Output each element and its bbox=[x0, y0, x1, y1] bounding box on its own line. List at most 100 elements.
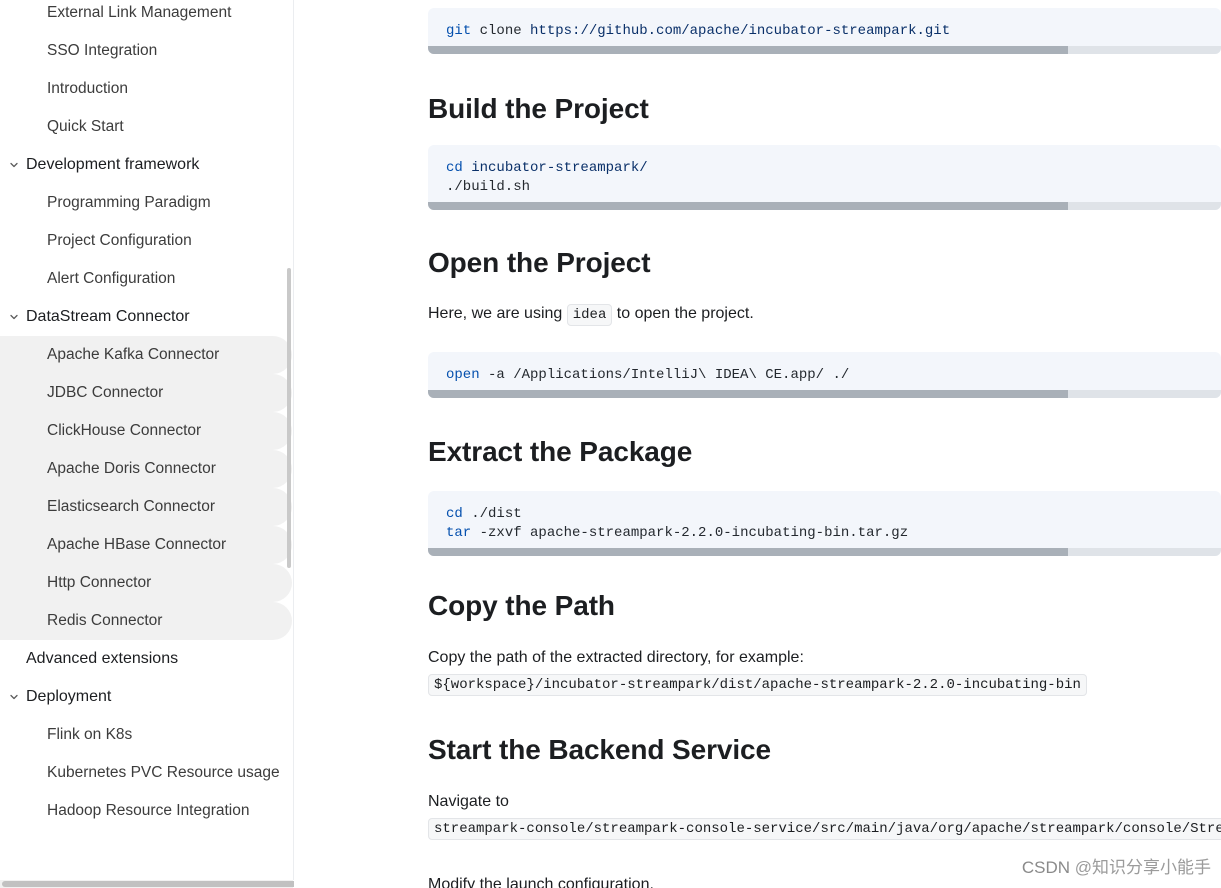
sidebar-item-label: ClickHouse Connector bbox=[47, 422, 202, 439]
code-line: ./build.sh bbox=[446, 178, 1203, 197]
code-token: clone bbox=[471, 23, 531, 39]
code-token: -zxvf apache-streampark-2.2.0-incubating… bbox=[471, 525, 909, 541]
code-horizontal-scrollbar[interactable] bbox=[428, 390, 1221, 398]
heading-build-the-project: Build the Project bbox=[428, 93, 649, 124]
watermark: CSDN @知识分享小能手 bbox=[1022, 853, 1211, 878]
code-token: -a /Applications/IntelliJ\ IDEA\ CE.app/… bbox=[479, 367, 850, 383]
para-copy-the-path: Copy the path of the extracted directory… bbox=[428, 645, 1221, 698]
code-horizontal-scrollbar[interactable] bbox=[428, 46, 1221, 54]
sidebar-item-label: Apache Kafka Connector bbox=[47, 346, 220, 363]
watermark-text: @知识分享小能手 bbox=[1074, 858, 1211, 877]
sidebar-item-label: SSO Integration bbox=[47, 42, 158, 59]
sidebar-scrollbar-thumb[interactable] bbox=[287, 268, 291, 568]
code-horizontal-scrollbar-thumb[interactable] bbox=[428, 548, 1068, 556]
sidebar-nav-list: External Link Management SSO Integration I… bbox=[0, 0, 293, 830]
sidebar-item-hadoop-resource-integration[interactable]: Hadoop Resource Integration bbox=[0, 792, 293, 830]
watermark-prefix: CSDN bbox=[1021, 858, 1075, 877]
paragraph-text: to open the project. bbox=[612, 305, 754, 322]
para-open-the-project: Here, we are using idea to open the proj… bbox=[428, 301, 1128, 328]
sidebar-item-sso-integration[interactable]: SSO Integration bbox=[0, 32, 293, 70]
paragraph-text: Here, we are using bbox=[428, 305, 567, 322]
chevron-down-icon bbox=[7, 146, 21, 184]
code-horizontal-scrollbar-thumb[interactable] bbox=[428, 202, 1068, 210]
sidebar-item-label: Development framework bbox=[26, 156, 200, 173]
code-line: cd incubator-streampark/ bbox=[446, 159, 1203, 178]
sidebar-item-apache-hbase-connector[interactable]: Apache HBase Connector bbox=[0, 526, 292, 564]
code-line: cd ./dist bbox=[446, 505, 1203, 524]
code-line: tar -zxvf apache-streampark-2.2.0-incuba… bbox=[446, 524, 1203, 543]
sidebar-item-deployment[interactable]: Deployment bbox=[0, 678, 293, 716]
sidebar-item-external-link-management[interactable]: External Link Management bbox=[0, 0, 293, 32]
main-content: git clone https://github.com/apache/incu… bbox=[294, 0, 1221, 888]
code-token: git bbox=[446, 23, 472, 39]
sidebar-item-development-framework[interactable]: Development framework bbox=[0, 146, 293, 184]
code-token: tar bbox=[446, 525, 472, 541]
sidebar-item-label: Alert Configuration bbox=[47, 270, 176, 287]
heading-extract-the-package: Extract the Package bbox=[428, 436, 693, 467]
chevron-down-icon bbox=[7, 678, 21, 716]
code-build: cd incubator-streampark/./build.sh bbox=[428, 145, 1221, 210]
sidebar-item-apache-kafka-connector[interactable]: Apache Kafka Connector bbox=[0, 336, 292, 374]
code-git-clone: git clone https://github.com/apache/incu… bbox=[428, 8, 1221, 54]
sidebar-item-flink-on-k8s[interactable]: Flink on K8s bbox=[0, 716, 293, 754]
sidebar-item-alert-configuration[interactable]: Alert Configuration bbox=[0, 260, 293, 298]
code-horizontal-scrollbar-thumb[interactable] bbox=[428, 390, 1068, 398]
heading-open-the-project: Open the Project bbox=[428, 247, 651, 278]
sidebar-item-label: Kubernetes PVC Resource usage bbox=[47, 764, 280, 781]
sidebar-item-jdbc-connector[interactable]: JDBC Connector bbox=[0, 374, 292, 412]
sidebar-item-introduction[interactable]: Introduction bbox=[0, 70, 293, 108]
sidebar-item-label: Apache HBase Connector bbox=[47, 536, 227, 553]
code-line: open -a /Applications/IntelliJ\ IDEA\ CE… bbox=[446, 366, 1203, 385]
para-navigate-to: Navigate to streampark-console/streampar… bbox=[428, 789, 1221, 842]
sidebar-item-label: Hadoop Resource Integration bbox=[47, 802, 250, 819]
code-line: git clone https://github.com/apache/incu… bbox=[446, 22, 1203, 41]
sidebar-item-label: JDBC Connector bbox=[47, 384, 164, 401]
sidebar-item-label: External Link Management bbox=[47, 4, 232, 21]
code-token: cd bbox=[446, 160, 463, 176]
sidebar-item-kubernetes-pvc-resource-usage[interactable]: Kubernetes PVC Resource usage bbox=[0, 754, 293, 792]
sidebar-item-programming-paradigm[interactable]: Programming Paradigm bbox=[0, 184, 293, 222]
heading-copy-the-path: Copy the Path bbox=[428, 590, 615, 621]
sidebar: External Link Management SSO Integration I… bbox=[0, 0, 294, 880]
sidebar-item-label: Flink on K8s bbox=[47, 726, 133, 743]
heading-start-the-backend-service: Start the Backend Service bbox=[428, 734, 771, 765]
paragraph-text: Navigate to bbox=[428, 793, 509, 810]
sidebar-item-redis-connector[interactable]: Redis Connector bbox=[0, 602, 292, 640]
inline-code: idea bbox=[566, 304, 613, 326]
paragraph-text: Copy the path of the extracted directory… bbox=[428, 649, 804, 666]
code-token: open bbox=[446, 367, 480, 383]
sidebar-item-advanced-extensions[interactable]: Advanced extensions bbox=[0, 640, 293, 678]
code-horizontal-scrollbar[interactable] bbox=[428, 548, 1221, 556]
sidebar-item-label: Introduction bbox=[47, 80, 128, 97]
sidebar-item-clickhouse-connector[interactable]: ClickHouse Connector bbox=[0, 412, 292, 450]
code-token: ./dist bbox=[462, 506, 522, 522]
code-open-idea: open -a /Applications/IntelliJ\ IDEA\ CE… bbox=[428, 352, 1221, 398]
code-token: https://github.com/apache/incubator-stre… bbox=[530, 23, 951, 39]
paragraph-text: Modify the launch configuration. bbox=[428, 876, 654, 888]
sidebar-item-apache-doris-connector[interactable]: Apache Doris Connector bbox=[0, 450, 292, 488]
para-modify-launch-config: Modify the launch configuration. bbox=[428, 872, 1028, 888]
sidebar-item-http-connector[interactable]: Http Connector bbox=[0, 564, 292, 602]
code-horizontal-scrollbar[interactable] bbox=[428, 202, 1221, 210]
sidebar-item-label: Quick Start bbox=[47, 118, 124, 135]
sidebar-item-label: Deployment bbox=[26, 688, 112, 705]
sidebar-item-label: Elasticsearch Connector bbox=[47, 498, 215, 515]
sidebar-item-label: Project Configuration bbox=[47, 232, 192, 249]
sidebar-horizontal-scrollbar[interactable] bbox=[0, 880, 346, 888]
chevron-down-icon bbox=[7, 298, 21, 336]
sidebar-item-label: Programming Paradigm bbox=[47, 194, 211, 211]
code-horizontal-scrollbar-thumb[interactable] bbox=[428, 46, 1068, 54]
sidebar-item-label: Advanced extensions bbox=[26, 650, 179, 667]
sidebar-item-project-configuration[interactable]: Project Configuration bbox=[0, 222, 293, 260]
sidebar-item-quick-start[interactable]: Quick Start bbox=[0, 108, 293, 146]
code-token: cd bbox=[446, 506, 463, 522]
inline-code: ${workspace}/incubator-streampark/dist/a… bbox=[428, 674, 1087, 696]
code-token: incubator-streampark/ bbox=[462, 160, 648, 176]
code-extract: cd ./dist tar -zxvf apache-streampark-2.2… bbox=[428, 491, 1221, 556]
sidebar-item-label: Redis Connector bbox=[47, 612, 163, 629]
sidebar-item-label: DataStream Connector bbox=[26, 308, 190, 325]
sidebar-item-datastream-connector[interactable]: DataStream Connector bbox=[0, 298, 293, 336]
page-root: External Link Management SSO Integration I… bbox=[0, 0, 1221, 888]
sidebar-item-elasticsearch-connector[interactable]: Elasticsearch Connector bbox=[0, 488, 292, 526]
sidebar-item-label: Apache Doris Connector bbox=[47, 460, 216, 477]
